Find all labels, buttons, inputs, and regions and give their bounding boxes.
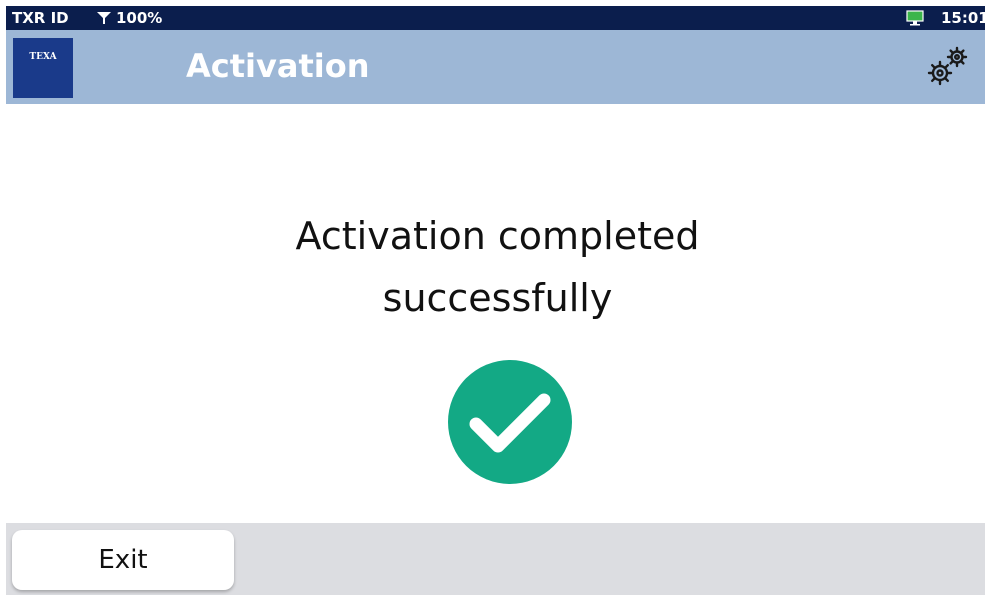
texa-logo: TEXA bbox=[13, 38, 73, 98]
settings-button[interactable] bbox=[921, 44, 973, 90]
check-circle-icon bbox=[469, 393, 551, 453]
message-line-2: successfully bbox=[382, 276, 613, 320]
clock: 15:01 bbox=[941, 9, 985, 27]
signal-level: 100% bbox=[116, 9, 163, 27]
activation-message: Activation completed successfully bbox=[0, 205, 985, 329]
page-title: Activation bbox=[186, 47, 370, 85]
app-header: TEXA Activation bbox=[6, 30, 985, 104]
filter-signal-icon bbox=[97, 12, 111, 24]
gears-icon bbox=[927, 46, 968, 86]
monitor-icon bbox=[906, 10, 924, 26]
status-bar: TXR ID 100% 15:01 bbox=[6, 6, 985, 30]
footer-bar: Exit bbox=[6, 523, 985, 595]
message-line-1: Activation completed bbox=[295, 214, 700, 258]
device-id: TXR ID bbox=[12, 9, 69, 27]
exit-button[interactable]: Exit bbox=[12, 530, 234, 590]
signal-indicator: 100% bbox=[96, 9, 162, 27]
success-indicator bbox=[448, 360, 572, 484]
